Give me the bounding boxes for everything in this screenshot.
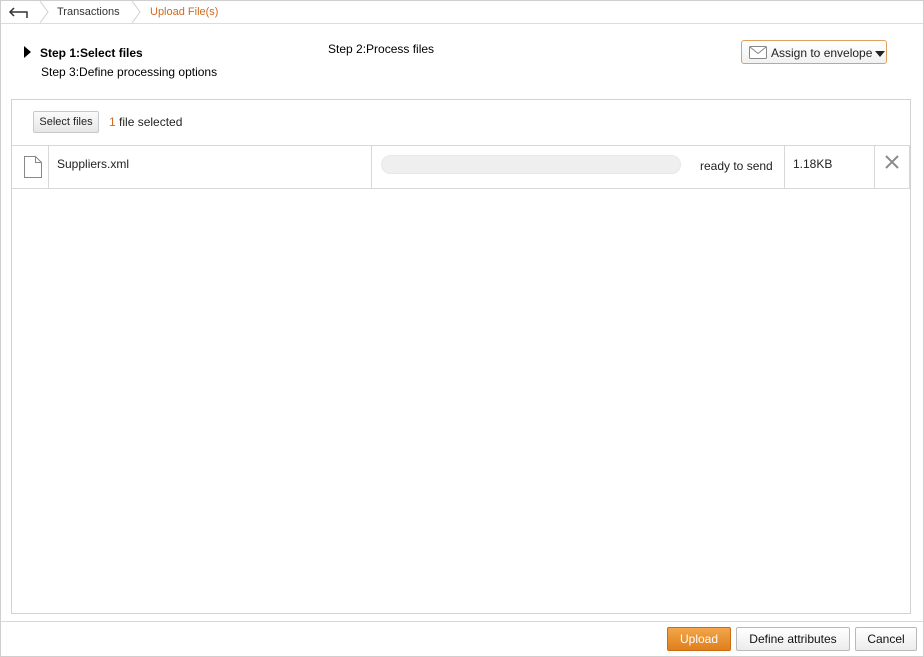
envelope-icon <box>749 46 767 62</box>
step-1-label: Step 1:Select files <box>40 46 143 60</box>
file-name: Suppliers.xml <box>57 157 130 171</box>
breadcrumb-upload-files: Upload File(s) <box>150 6 219 18</box>
cell-divider <box>874 146 875 188</box>
breadcrumb-separator-icon <box>39 1 49 23</box>
breadcrumb: Transactions Upload File(s) <box>1 1 923 24</box>
footer-divider <box>1 621 923 622</box>
cell-divider <box>371 146 372 188</box>
file-size: 1.18KB <box>793 157 833 171</box>
current-step-arrow-icon <box>24 46 31 58</box>
file-status: ready to send <box>700 159 773 173</box>
breadcrumb-transactions[interactable]: Transactions <box>57 6 120 18</box>
selection-count-number: 1 <box>109 115 116 129</box>
cell-divider <box>784 146 785 188</box>
file-panel: Select files 1 file selected Suppliers.x… <box>11 99 911 614</box>
select-files-button[interactable]: Select files <box>33 111 99 133</box>
cell-divider <box>909 146 910 188</box>
back-arrow-icon[interactable] <box>7 4 33 22</box>
selection-count: 1 file selected <box>109 115 182 129</box>
remove-file-icon[interactable] <box>885 155 899 169</box>
upload-progress-bar <box>381 155 681 174</box>
selection-count-text: file selected <box>115 115 183 129</box>
step-3-label: Step 3:Define processing options <box>41 65 218 79</box>
file-icon <box>24 156 42 181</box>
step-2-label: Step 2:Process files <box>328 42 435 56</box>
define-attributes-button[interactable]: Define attributes <box>736 627 850 651</box>
breadcrumb-separator-icon <box>131 1 141 23</box>
chevron-down-icon <box>875 51 885 57</box>
upload-button[interactable]: Upload <box>667 627 731 651</box>
assign-to-envelope-button[interactable]: Assign to envelope <box>741 40 887 64</box>
cell-divider <box>48 146 49 188</box>
assign-to-envelope-label: Assign to envelope <box>771 46 873 60</box>
cancel-button[interactable]: Cancel <box>855 627 917 651</box>
file-row: Suppliers.xml ready to send 1.18KB <box>12 145 910 189</box>
